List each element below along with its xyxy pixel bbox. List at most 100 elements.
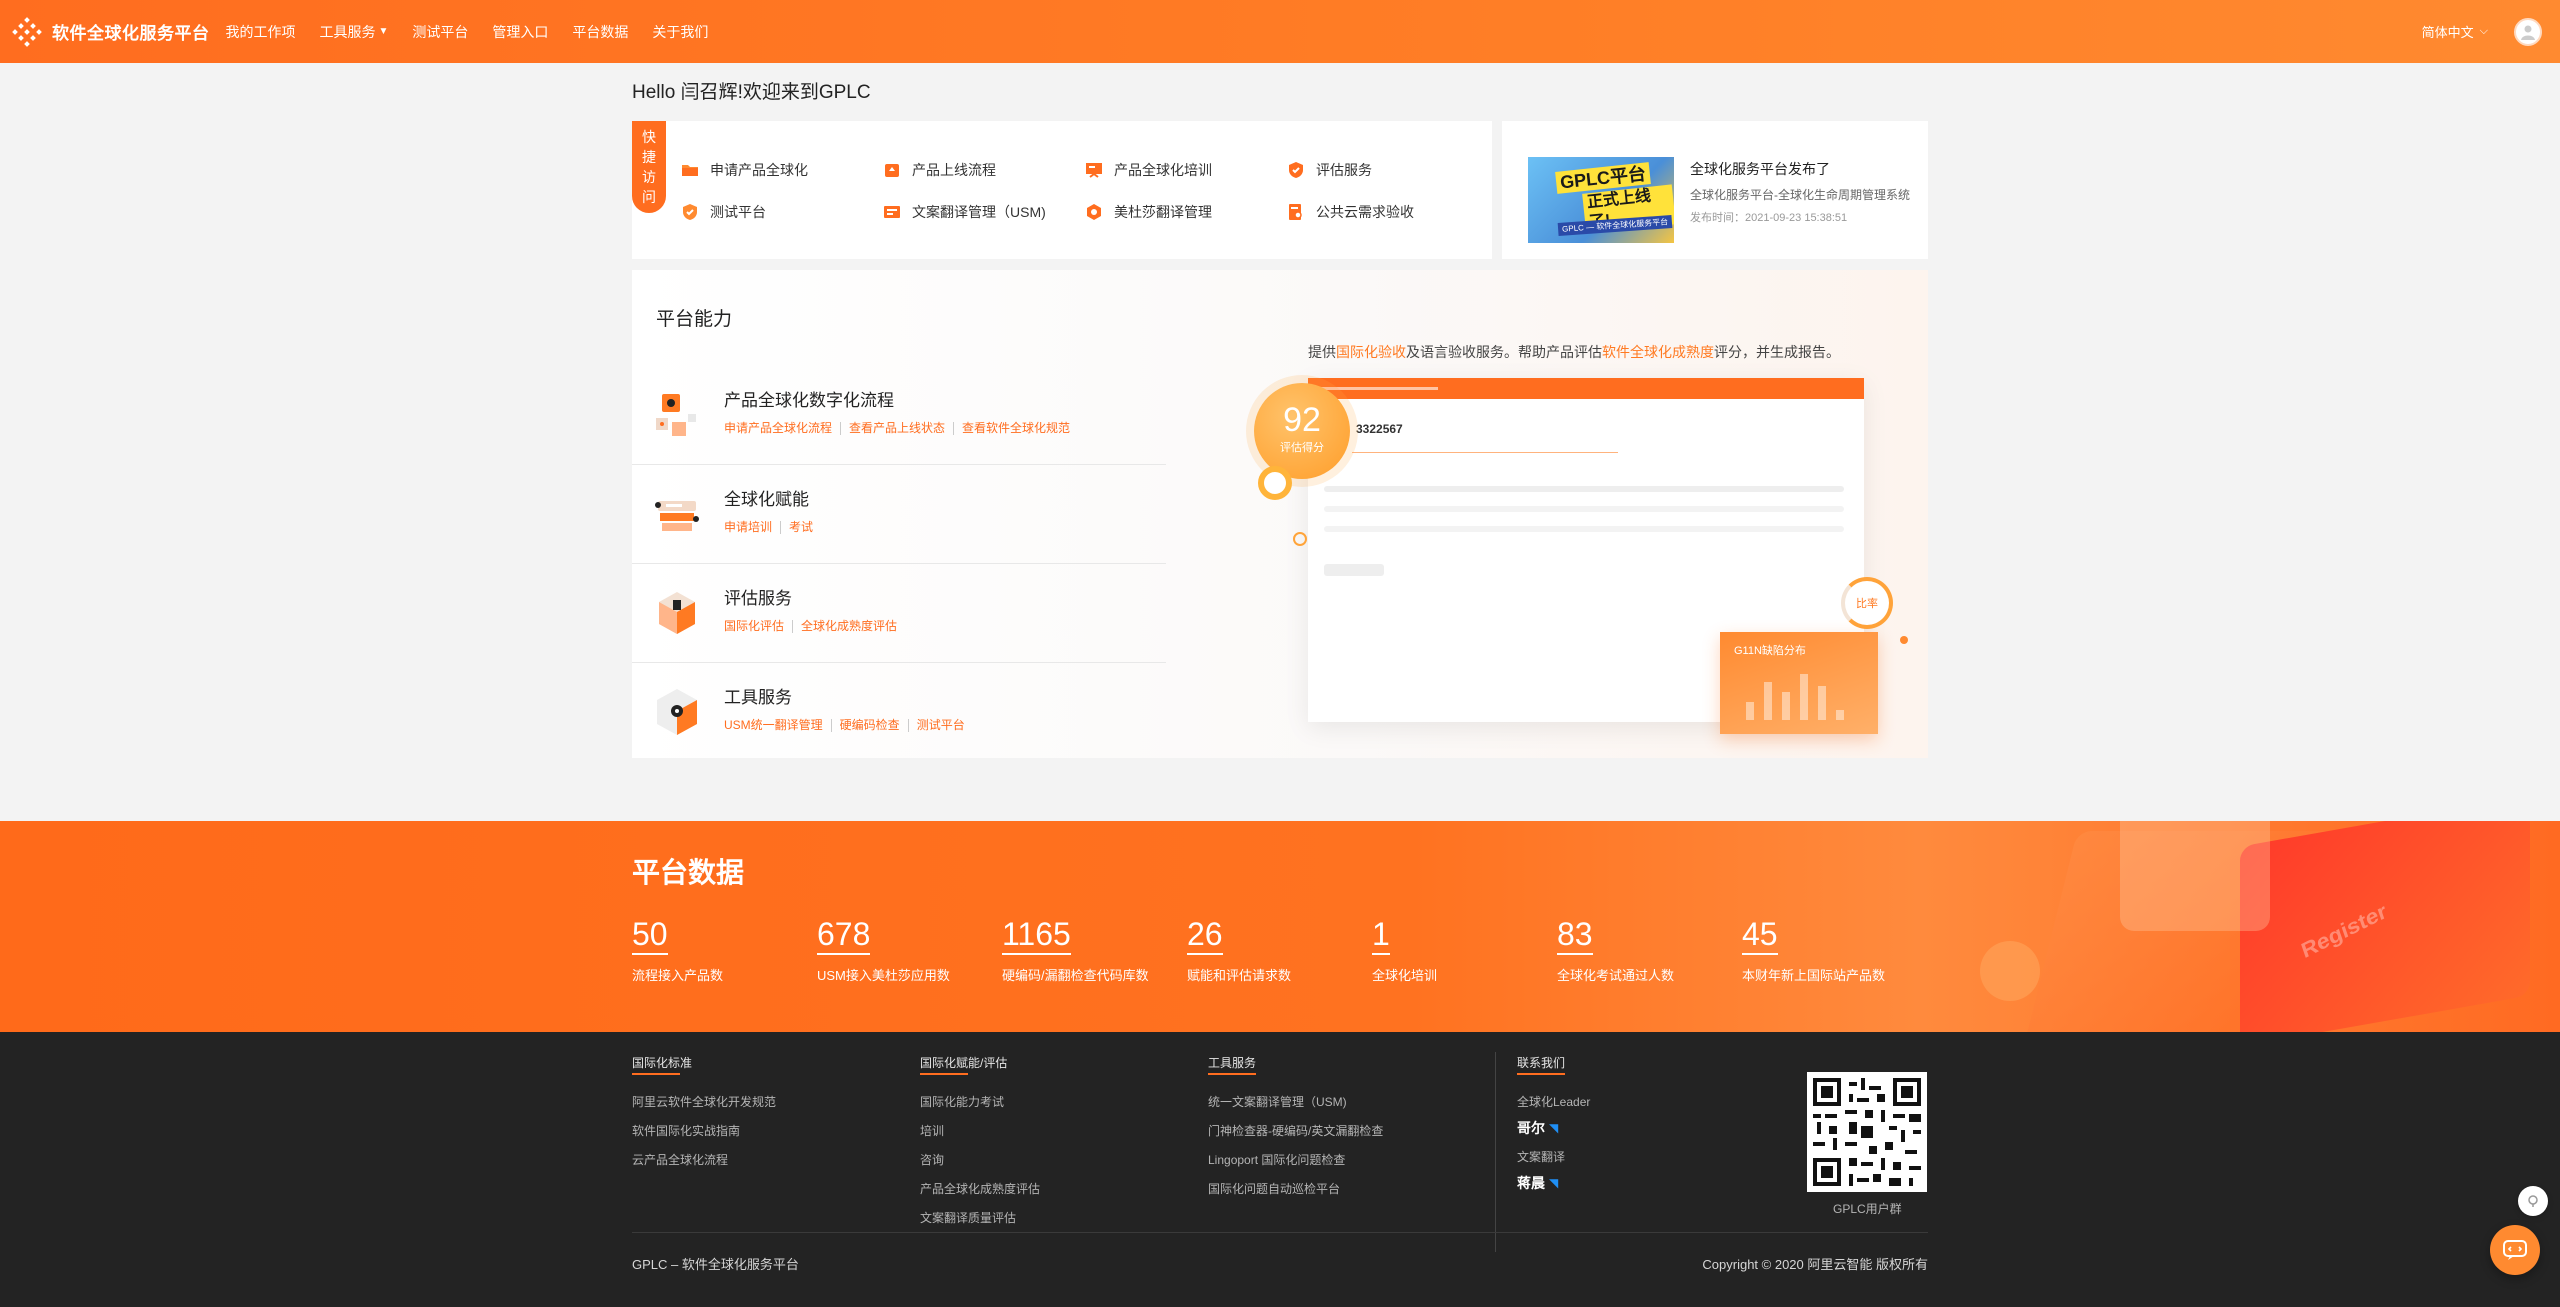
capability-link[interactable]: 测试平台 <box>917 719 973 732</box>
stat-item: 1 全球化培训 <box>1372 917 1437 984</box>
footer-link[interactable]: 统一文案翻译管理（USM) <box>1208 1093 1383 1110</box>
news-title[interactable]: 全球化服务平台发布了 <box>1690 159 1912 179</box>
desc-highlight[interactable]: 国际化验收 <box>1336 344 1406 360</box>
capability-link[interactable]: 国际化评估 <box>724 620 794 633</box>
translate-icon <box>884 206 900 218</box>
capability-link[interactable]: 查看产品上线状态 <box>849 422 955 435</box>
brand[interactable]: 软件全球化服务平台 <box>12 16 210 47</box>
quick-test-platform[interactable]: 测试平台 <box>680 201 882 223</box>
score-label: 评估得分 <box>1280 442 1324 454</box>
stat-value: 1165 <box>1002 917 1071 955</box>
footer-link[interactable]: 产品全球化成熟度评估 <box>920 1180 1040 1197</box>
stat-item: 1165 硬编码/漏翻检查代码库数 <box>1002 917 1149 984</box>
capability-item: 产品全球化数字化流程 申请产品全球化流程 查看产品上线状态 查看软件全球化规范 <box>632 366 1166 465</box>
stat-label: 赋能和评估请求数 <box>1187 968 1292 983</box>
capability-link[interactable]: 全球化成熟度评估 <box>801 620 905 633</box>
brand-name: 软件全球化服务平台 <box>52 24 210 43</box>
quick-assessment-service[interactable]: 评估服务 <box>1286 159 1488 181</box>
footer-link[interactable]: 文案翻译质量评估 <box>920 1209 1040 1226</box>
capability-link[interactable]: 硬编码检查 <box>840 719 909 732</box>
quick-medusa-translation[interactable]: 美杜莎翻译管理 <box>1084 201 1286 223</box>
assessment-box-icon <box>659 592 695 634</box>
stat-item: 678 USM接入美杜莎应用数 <box>817 917 950 984</box>
stat-label: 流程接入产品数 <box>632 968 724 983</box>
stat-value: 1 <box>1372 917 1390 955</box>
quick-tag-char: 快 <box>642 129 656 145</box>
contact-person[interactable]: 哥尔 ◥ <box>1517 1118 1590 1138</box>
chat-bubble-icon <box>2503 1240 2527 1260</box>
nav-my-work[interactable]: 我的工作项 <box>226 22 296 42</box>
contact-name: 蒋晨 <box>1517 1175 1545 1191</box>
preview-row <box>1324 506 1844 512</box>
quick-tag-char: 问 <box>642 189 656 205</box>
language-label: 简体中文 <box>2421 25 2474 40</box>
language-selector[interactable]: 简体中文 ⌵ <box>2422 22 2488 41</box>
capability-links: USM统一翻译管理 硬编码检查 测试平台 <box>724 719 981 732</box>
decor-shape <box>1980 941 2040 1001</box>
stat-value: 678 <box>817 917 871 955</box>
footer-link[interactable]: 培训 <box>920 1122 1040 1139</box>
footer-divider <box>1495 1052 1496 1252</box>
capability-link[interactable]: 考试 <box>789 521 821 534</box>
desc-text: 评分，并生成报告。 <box>1714 344 1840 360</box>
nav-tool-services[interactable]: 工具服务 ▼ <box>320 22 389 42</box>
quick-public-cloud-acceptance[interactable]: 公共云需求验收 <box>1286 201 1488 223</box>
quick-apply-globalization[interactable]: 申请产品全球化 <box>680 159 882 181</box>
capability-link[interactable]: 申请产品全球化流程 <box>724 422 842 435</box>
capability-item: 评估服务 国际化评估 全球化成熟度评估 <box>632 564 1166 663</box>
footer-link[interactable]: 国际化问题自动巡检平台 <box>1208 1180 1383 1197</box>
avatar[interactable] <box>2514 17 2542 46</box>
quick-product-launch[interactable]: 产品上线流程 <box>882 159 1084 181</box>
floating-search-button[interactable] <box>2518 1186 2548 1216</box>
footer-link[interactable]: 门神检查器-硬编码/英文漏翻检查 <box>1208 1122 1383 1139</box>
capability-item: 全球化赋能 申请培训 考试 <box>632 465 1166 564</box>
quick-item-label: 测试平台 <box>710 204 766 220</box>
nav-about-us[interactable]: 关于我们 <box>652 22 708 42</box>
footer-link[interactable]: 咨询 <box>920 1151 1040 1168</box>
quick-usm-translation[interactable]: 文案翻译管理（USM) <box>882 201 1084 223</box>
stat-value: 50 <box>632 917 668 955</box>
quick-item-label: 评估服务 <box>1316 162 1372 178</box>
nav-platform-data[interactable]: 平台数据 <box>572 22 628 42</box>
capability-description: 提供国际化验收及语言验收服务。帮助产品评估软件全球化成熟度评分，并生成报告。 <box>1308 342 1840 362</box>
capability-link[interactable]: 查看软件全球化规范 <box>962 422 1078 435</box>
stat-label: 本财年新上国际站产品数 <box>1742 968 1886 983</box>
desc-highlight[interactable]: 软件全球化成熟度 <box>1602 344 1714 360</box>
quick-item-label: 产品上线流程 <box>912 162 996 178</box>
preview-row <box>1324 564 1384 576</box>
preview-header <box>1308 378 1864 399</box>
section-title: 平台数据 <box>632 857 745 888</box>
news-card[interactable]: GPLC平台 正式上线了! GPLC — 软件全球化服务平台 全球化服务平台发布… <box>1502 121 1928 259</box>
tools-icon <box>657 689 697 735</box>
footer-link[interactable]: 云产品全球化流程 <box>632 1151 776 1168</box>
qr-label: GPLC用户群 <box>1833 1202 1902 1216</box>
footer-brand: GPLC – 软件全球化服务平台 <box>632 1257 799 1272</box>
capability-link[interactable]: USM统一翻译管理 <box>724 719 832 732</box>
nav-admin-entry[interactable]: 管理入口 <box>492 22 548 42</box>
nav-test-platform[interactable]: 测试平台 <box>412 22 468 42</box>
floating-chat-button[interactable] <box>2490 1225 2540 1275</box>
stat-label: USM接入美杜莎应用数 <box>817 968 950 983</box>
qr-code-icon <box>1813 1078 1921 1186</box>
quick-item-label: 申请产品全球化 <box>710 162 808 178</box>
footer-column-head: 国际化赋能/评估 <box>920 1054 1040 1075</box>
quick-access-card: 快 捷 访 问 申请产品全球化 产品上线流程 产品全球化培训 评估服务 测试平台… <box>632 121 1492 259</box>
stat-value: 83 <box>1557 917 1593 955</box>
contact-role: 全球化Leader <box>1517 1095 1591 1109</box>
capability-link[interactable]: 申请培训 <box>724 521 782 534</box>
footer-link[interactable]: Lingoport 国际化问题检查 <box>1208 1151 1383 1168</box>
footer-link[interactable]: 软件国际化实战指南 <box>632 1122 776 1139</box>
quick-globalization-training[interactable]: 产品全球化培训 <box>1084 159 1286 181</box>
quick-item-label: 产品全球化培训 <box>1114 162 1212 178</box>
stat-item: 26 赋能和评估请求数 <box>1187 917 1291 984</box>
enablement-icon <box>655 501 699 531</box>
footer-link[interactable]: 国际化能力考试 <box>920 1093 1040 1110</box>
shield-icon <box>1289 162 1303 178</box>
g11n-bar <box>1782 692 1790 720</box>
footer-link[interactable]: 阿里云软件全球化开发规范 <box>632 1093 776 1110</box>
launch-icon <box>885 164 899 177</box>
decor-dot <box>1900 636 1908 644</box>
quick-tag-char: 捷 <box>642 149 656 165</box>
capability-name: 工具服务 <box>724 688 792 707</box>
contact-person[interactable]: 蒋晨 ◥ <box>1517 1173 1590 1193</box>
